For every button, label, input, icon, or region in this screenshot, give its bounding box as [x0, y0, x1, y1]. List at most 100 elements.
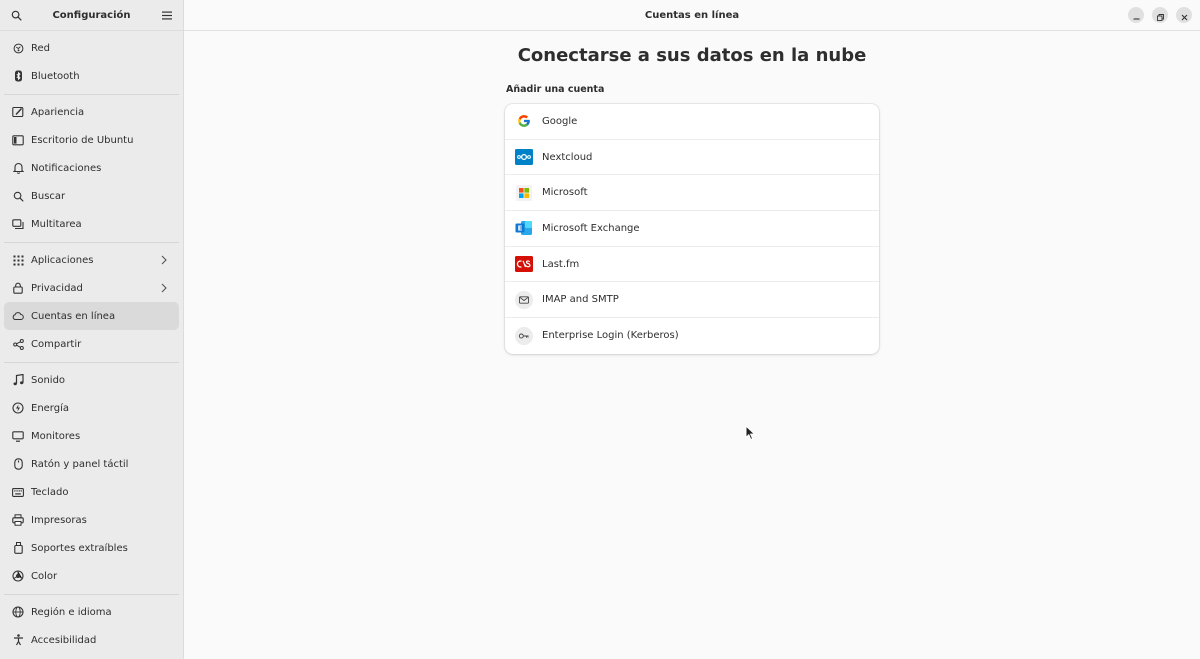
bell-icon: [12, 162, 24, 174]
sidebar-item-label: Apariencia: [31, 106, 85, 118]
sidebar-item-multitarea[interactable]: Multitarea: [4, 210, 179, 238]
sidebar-item-red[interactable]: Red: [4, 34, 179, 62]
sidebar-item-label: Compartir: [31, 338, 82, 350]
sidebar-item-soportes-extraibles[interactable]: Soportes extraíbles: [4, 534, 179, 562]
section-label: Añadir una cuenta: [506, 84, 605, 95]
provider-label: IMAP and SMTP: [542, 294, 619, 306]
sidebar-item-teclado[interactable]: Teclado: [4, 478, 179, 506]
sidebar-item-cuentas-en-linea[interactable]: Cuentas en línea: [4, 302, 179, 330]
color-icon: [12, 570, 24, 582]
sidebar-item-region-idioma[interactable]: Región e idioma: [4, 598, 179, 626]
window-controls: [1128, 7, 1192, 23]
key-icon: [515, 326, 533, 345]
sidebar-item-compartir[interactable]: Compartir: [4, 330, 179, 358]
search-icon: [12, 190, 24, 202]
sidebar-item-energia[interactable]: Energía: [4, 394, 179, 422]
provider-row-nextcloud[interactable]: Nextcloud: [505, 140, 879, 176]
desktop-icon: [12, 134, 24, 146]
bluetooth-icon: [12, 70, 24, 82]
sidebar-item-label: Notificaciones: [31, 162, 102, 174]
sidebar-item-label: Teclado: [31, 486, 69, 498]
music-note-icon: [12, 374, 24, 386]
provider-label: Enterprise Login (Kerberos): [542, 330, 679, 342]
provider-row-microsoft-exchange[interactable]: E Microsoft Exchange: [505, 211, 879, 247]
sidebar-item-accesibilidad[interactable]: Accesibilidad: [4, 626, 179, 654]
divider: [4, 242, 179, 243]
lock-icon: [12, 282, 24, 294]
exchange-icon: E: [515, 219, 533, 237]
share-icon: [12, 338, 24, 350]
sidebar-item-bluetooth[interactable]: Bluetooth: [4, 62, 179, 90]
close-icon: [1181, 6, 1188, 25]
sidebar-item-label: Buscar: [31, 190, 66, 202]
mouse-pointer-icon: [745, 425, 756, 441]
sidebar-item-label: Red: [31, 42, 50, 54]
sidebar-item-label: Aplicaciones: [31, 254, 94, 266]
close-button[interactable]: [1176, 7, 1192, 23]
provider-row-lastfm[interactable]: Last.fm: [505, 247, 879, 283]
sidebar-item-apariencia[interactable]: Apariencia: [4, 98, 179, 126]
divider: [4, 362, 179, 363]
sidebar-item-label: Cuentas en línea: [31, 310, 116, 322]
chevron-right-icon: [161, 255, 169, 265]
accessibility-icon: [12, 634, 24, 646]
sidebar-item-label: Monitores: [31, 430, 81, 442]
sidebar-item-label: Impresoras: [31, 514, 87, 526]
globe-icon: [12, 606, 24, 618]
provider-row-kerberos[interactable]: Enterprise Login (Kerberos): [505, 318, 879, 354]
sidebar-item-privacidad[interactable]: Privacidad: [4, 274, 179, 302]
maximize-button[interactable]: [1152, 7, 1168, 23]
svg-text:E: E: [518, 225, 523, 233]
provider-row-microsoft[interactable]: Microsoft: [505, 175, 879, 212]
header-title: Cuentas en línea: [644, 9, 740, 21]
minimize-button[interactable]: [1128, 7, 1144, 23]
sidebar-item-label: Multitarea: [31, 218, 82, 230]
provider-row-google[interactable]: Google: [505, 104, 879, 140]
monitor-icon: [12, 430, 24, 442]
divider: [4, 94, 179, 95]
sidebar-item-label: Ratón y panel táctil: [31, 458, 129, 470]
microsoft-icon: [515, 184, 533, 202]
sidebar-item-label: Energía: [31, 402, 69, 414]
restore-icon: [1156, 6, 1164, 25]
main-panel: Cuentas en línea Conectarse a sus datos …: [184, 0, 1200, 659]
chevron-right-icon: [161, 283, 169, 293]
provider-row-imap-smtp[interactable]: IMAP and SMTP: [505, 282, 879, 319]
menu-icon[interactable]: [159, 7, 175, 23]
minimize-icon: [1133, 6, 1140, 25]
mouse-icon: [12, 458, 24, 470]
provider-label: Last.fm: [542, 258, 580, 270]
sidebar-item-notificaciones[interactable]: Notificaciones: [4, 154, 179, 182]
provider-label: Google: [542, 115, 578, 127]
sidebar-item-label: Bluetooth: [31, 70, 80, 82]
providers-list: Google Nextcloud Microsoft E Microsoft E…: [505, 104, 879, 354]
sidebar-item-monitores[interactable]: Monitores: [4, 422, 179, 450]
mail-icon: [515, 290, 533, 309]
printer-icon: [12, 514, 24, 526]
apps-grid-icon: [12, 254, 24, 266]
settings-window: Configuración Red Bluetooth Apariencia E…: [0, 0, 1200, 659]
lastfm-icon: [515, 255, 533, 273]
search-icon[interactable]: [8, 7, 24, 23]
power-icon: [12, 402, 24, 414]
provider-label: Microsoft: [542, 187, 588, 199]
keyboard-icon: [12, 486, 24, 498]
sidebar-item-sonido[interactable]: Sonido: [4, 366, 179, 394]
sidebar-item-escritorio-ubuntu[interactable]: Escritorio de Ubuntu: [4, 126, 179, 154]
sidebar-item-label: Escritorio de Ubuntu: [31, 134, 134, 146]
provider-label: Microsoft Exchange: [542, 222, 640, 234]
sidebar-item-aplicaciones[interactable]: Aplicaciones: [4, 246, 179, 274]
sidebar-item-label: Región e idioma: [31, 606, 112, 618]
sidebar-item-color[interactable]: Color: [4, 562, 179, 590]
provider-label: Nextcloud: [542, 151, 593, 163]
header-bar: Cuentas en línea: [184, 0, 1200, 31]
network-icon: [12, 42, 24, 54]
sidebar-header: Configuración: [0, 0, 183, 31]
sidebar-item-raton-panel[interactable]: Ratón y panel táctil: [4, 450, 179, 478]
multitask-icon: [12, 218, 24, 230]
sidebar-item-impresoras[interactable]: Impresoras: [4, 506, 179, 534]
appearance-icon: [12, 106, 24, 118]
sidebar-item-buscar[interactable]: Buscar: [4, 182, 179, 210]
divider: [4, 594, 179, 595]
removable-media-icon: [12, 542, 24, 554]
